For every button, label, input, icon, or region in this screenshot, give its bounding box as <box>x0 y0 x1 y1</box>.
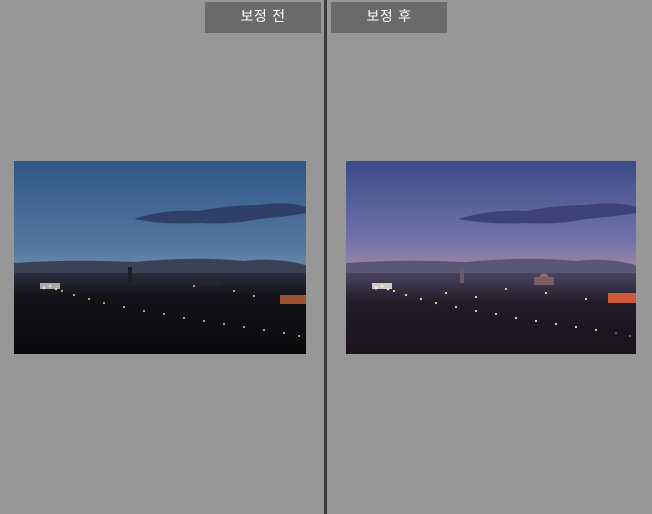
city-dusk-photo-after <box>346 161 636 354</box>
split-divider[interactable] <box>324 0 327 514</box>
before-after-comparison-view: 보정 전 보정 후 <box>0 0 652 514</box>
after-photo <box>346 161 636 354</box>
before-photo <box>14 161 306 354</box>
after-label-tab[interactable]: 보정 후 <box>331 2 447 33</box>
city-dusk-photo-before <box>14 161 306 354</box>
before-label-tab[interactable]: 보정 전 <box>205 2 321 33</box>
